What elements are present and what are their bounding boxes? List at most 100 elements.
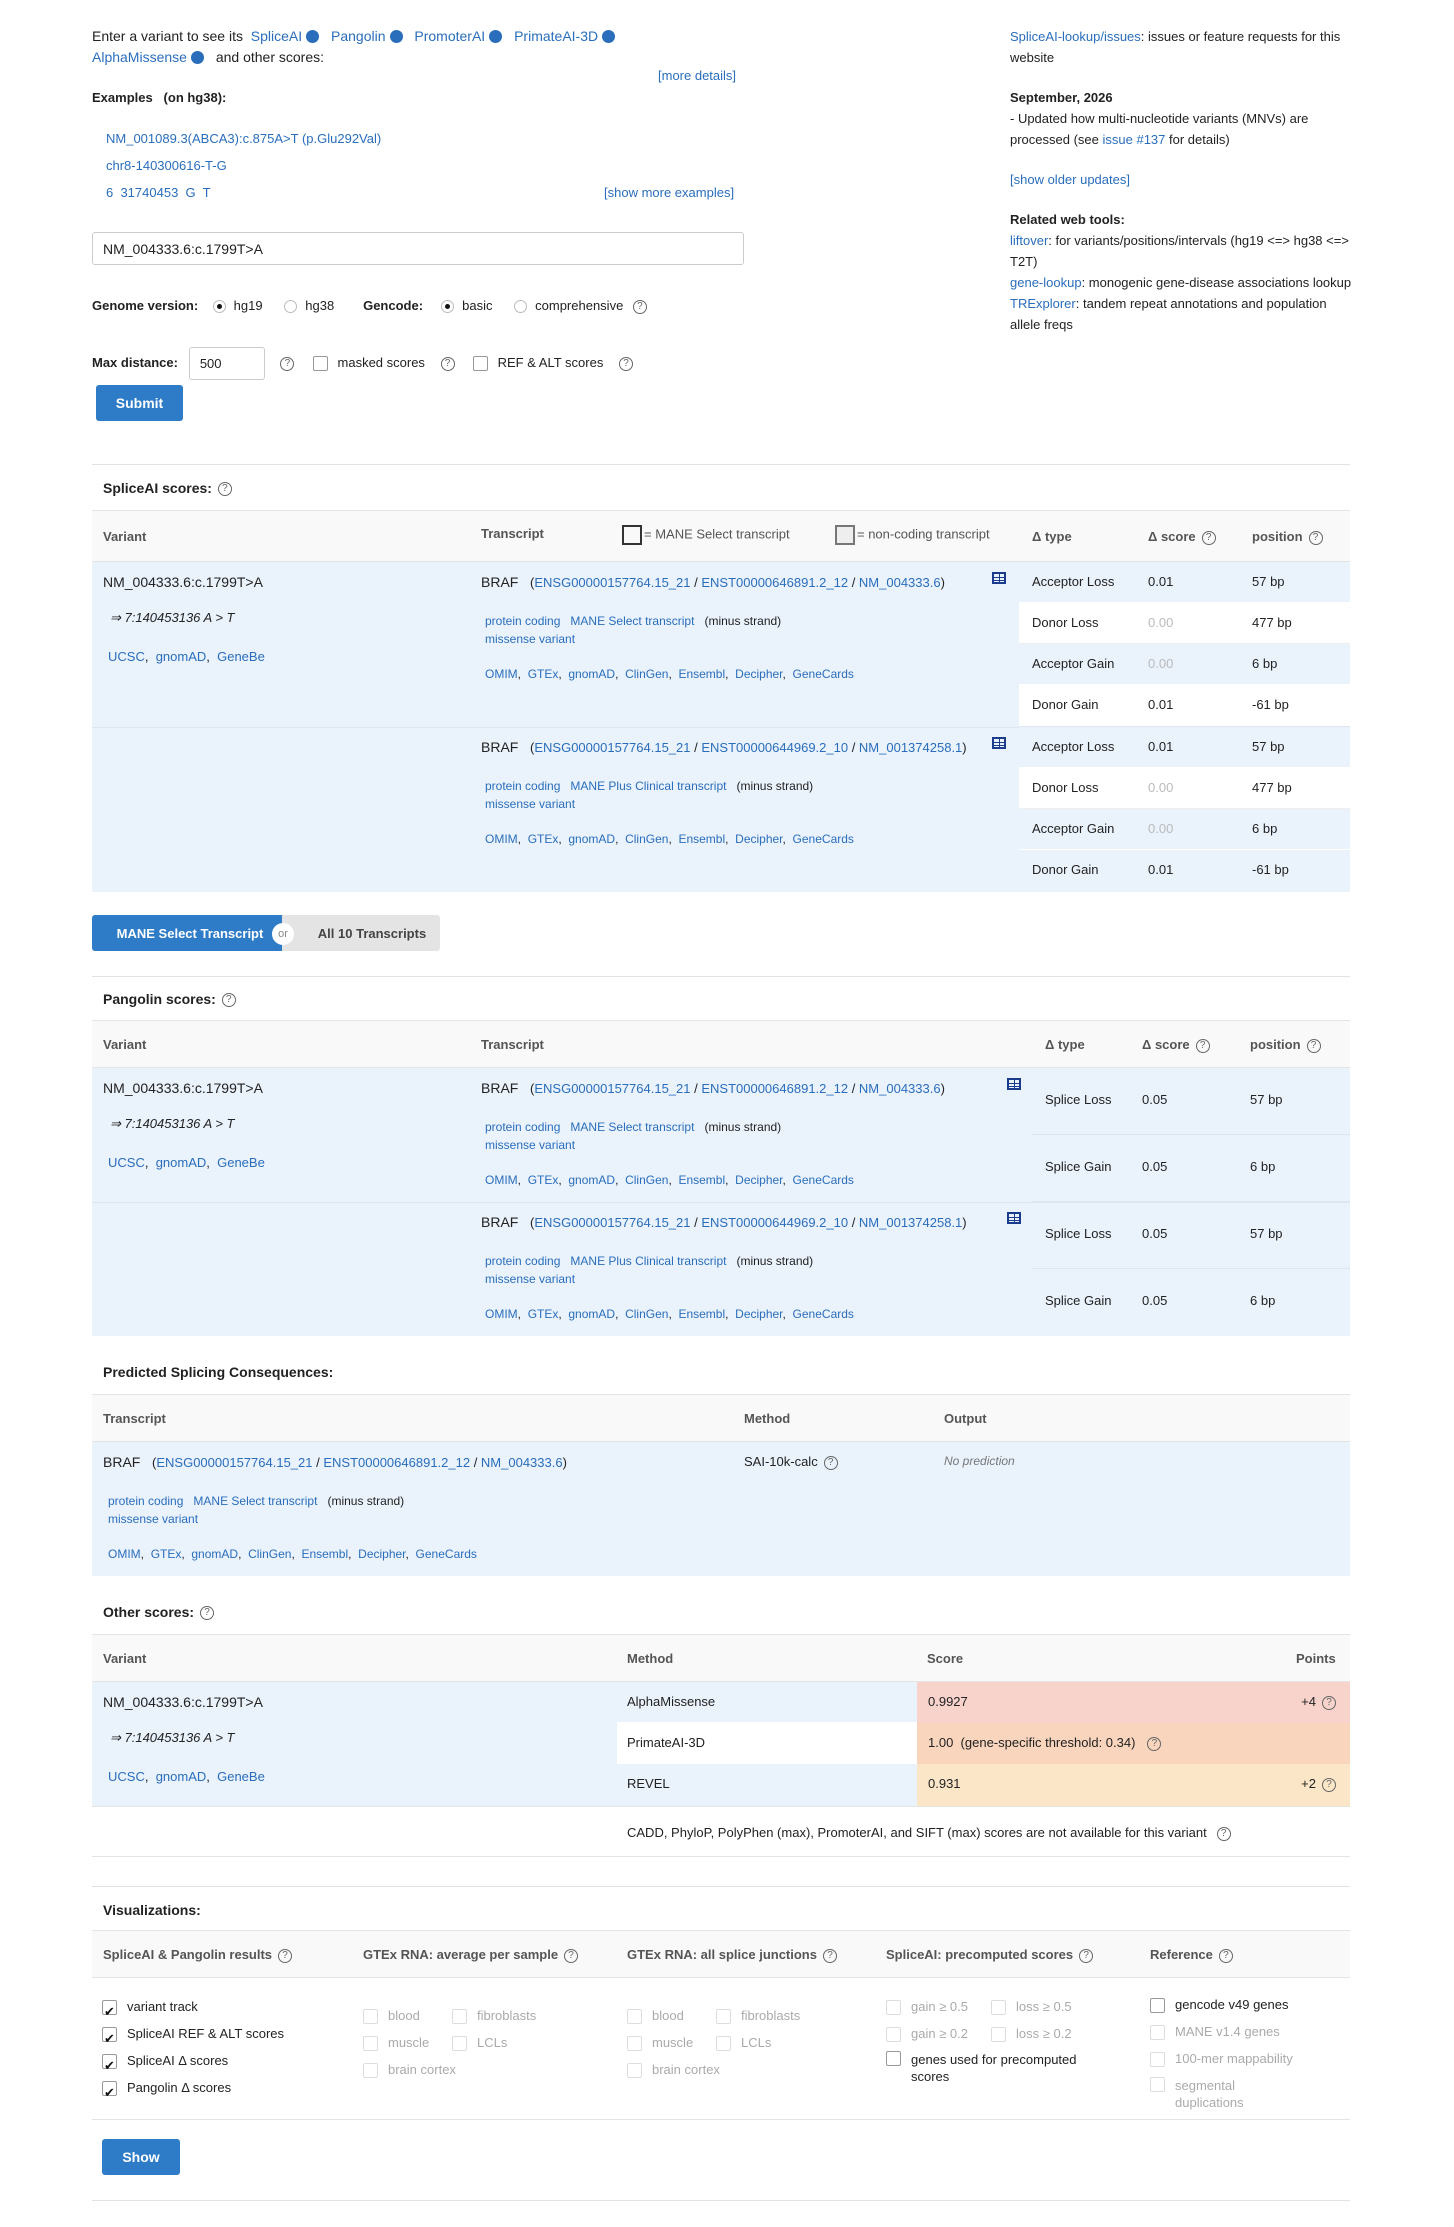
spliceai-delta-checkbox[interactable]: [102, 2052, 117, 2079]
missense-tag[interactable]: missense variant: [108, 1512, 198, 1526]
clingen-link[interactable]: ClinGen: [625, 667, 668, 681]
show-older-updates[interactable]: [show older updates]: [1010, 172, 1130, 187]
omim-link[interactable]: OMIM: [485, 1173, 518, 1187]
enst-link[interactable]: ENST00000646891.2_12: [701, 1081, 848, 1096]
gnomad-link[interactable]: gnomAD: [568, 1307, 615, 1321]
protein-coding-tag[interactable]: protein coding: [108, 1494, 183, 1508]
issue-137-link[interactable]: issue #137: [1103, 132, 1166, 147]
help-icon[interactable]: ?: [1218, 1948, 1233, 1963]
help-icon[interactable]: ?: [280, 356, 295, 371]
decipher-link[interactable]: Decipher: [735, 1307, 782, 1321]
pangolin-delta-checkbox[interactable]: [102, 2079, 117, 2106]
gene-lookup-link[interactable]: gene-lookup: [1010, 275, 1082, 290]
max-distance-input[interactable]: [188, 347, 265, 381]
genebe-link[interactable]: GeneBe: [217, 1769, 265, 1784]
help-icon[interactable]: ?: [200, 1606, 215, 1621]
loss-05-checkbox[interactable]: [991, 2000, 1006, 2016]
protein-coding-tag[interactable]: protein coding: [485, 614, 560, 628]
gtex-link[interactable]: GTEx: [528, 667, 559, 681]
gtex-link[interactable]: GTEx: [528, 832, 559, 846]
table-icon[interactable]: [1007, 1212, 1021, 1224]
omim-link[interactable]: OMIM: [485, 1307, 518, 1321]
lcls-checkbox[interactable]: [452, 2036, 467, 2052]
gnomad-link[interactable]: gnomAD: [568, 832, 615, 846]
mane-tag[interactable]: MANE Select transcript: [570, 614, 694, 628]
ensembl-link[interactable]: Ensembl: [678, 832, 725, 846]
mappability-checkbox[interactable]: [1150, 2052, 1165, 2068]
hg19-radio[interactable]: [212, 300, 226, 314]
all-transcripts-toggle[interactable]: All 10 Transcripts: [282, 915, 440, 951]
ensembl-link[interactable]: Ensembl: [678, 1173, 725, 1187]
mane-tag[interactable]: MANE Select transcript: [193, 1494, 317, 1508]
table-icon[interactable]: [992, 572, 1006, 584]
spliceai-link[interactable]: SpliceAI: [251, 28, 302, 44]
decipher-link[interactable]: Decipher: [735, 667, 782, 681]
promoterai-link[interactable]: PromoterAI: [414, 28, 485, 44]
genecards-link[interactable]: GeneCards: [793, 1307, 854, 1321]
nm-link[interactable]: NM_001374258.1: [859, 740, 962, 755]
help-icon[interactable]: ?: [1147, 1736, 1162, 1751]
ucsc-link[interactable]: UCSC: [108, 1155, 145, 1170]
help-icon[interactable]: ?: [278, 1948, 293, 1963]
missense-tag[interactable]: missense variant: [485, 797, 575, 811]
enst-link[interactable]: ENST00000644969.2_10: [701, 1215, 848, 1230]
missense-tag[interactable]: missense variant: [485, 1138, 575, 1152]
protein-coding-tag[interactable]: protein coding: [485, 1120, 560, 1134]
mane-genes-checkbox[interactable]: [1150, 2025, 1165, 2041]
help-icon[interactable]: ?: [1308, 530, 1323, 545]
enst-link[interactable]: ENST00000644969.2_10: [701, 740, 848, 755]
precomputed-genes-checkbox[interactable]: [886, 2051, 901, 2066]
omim-link[interactable]: OMIM: [485, 667, 518, 681]
genecards-link[interactable]: GeneCards: [793, 667, 854, 681]
ensembl-link[interactable]: Ensembl: [678, 1307, 725, 1321]
gain-05-checkbox[interactable]: [886, 2000, 901, 2016]
help-icon[interactable]: ?: [632, 299, 647, 314]
more-details-link[interactable]: [more details]: [658, 68, 736, 83]
github-icon[interactable]: [190, 51, 204, 64]
gnomad-link[interactable]: gnomAD: [568, 1173, 615, 1187]
basic-radio[interactable]: [441, 300, 455, 314]
missense-tag[interactable]: missense variant: [485, 1272, 575, 1286]
brain-cortex-checkbox[interactable]: [627, 2063, 642, 2079]
ensembl-link[interactable]: Ensembl: [678, 667, 725, 681]
ensg-link[interactable]: ENSG00000157764.15_21: [534, 575, 690, 590]
help-icon[interactable]: ?: [221, 993, 236, 1008]
genecards-link[interactable]: GeneCards: [793, 1173, 854, 1187]
gtex-link[interactable]: GTEx: [528, 1307, 559, 1321]
help-icon[interactable]: ?: [1306, 1038, 1321, 1053]
gain-02-checkbox[interactable]: [886, 2027, 901, 2043]
table-icon[interactable]: [1007, 1078, 1021, 1090]
nm-link[interactable]: NM_004333.6: [859, 1081, 941, 1096]
clingen-link[interactable]: ClinGen: [625, 832, 668, 846]
example-3[interactable]: 6 31740453 G T: [106, 185, 211, 200]
omim-link[interactable]: OMIM: [485, 832, 518, 846]
hg38-radio[interactable]: [284, 300, 298, 314]
help-icon[interactable]: ?: [1079, 1948, 1094, 1963]
submit-button[interactable]: Submit: [96, 385, 183, 421]
gnomad-link[interactable]: gnomAD: [568, 667, 615, 681]
decipher-link[interactable]: Decipher: [358, 1547, 405, 1561]
nm-link[interactable]: NM_004333.6: [481, 1455, 563, 1470]
genecards-link[interactable]: GeneCards: [416, 1547, 477, 1561]
mane-plus-tag[interactable]: MANE Plus Clinical transcript: [570, 779, 726, 793]
gnomad-link[interactable]: gnomAD: [191, 1547, 238, 1561]
help-icon[interactable]: ?: [1216, 1826, 1231, 1841]
example-2[interactable]: chr8-140300616-T-G: [106, 158, 227, 173]
example-1[interactable]: NM_001089.3(ABCA3):c.875A>T (p.Glu292Val…: [106, 131, 381, 146]
help-icon[interactable]: ?: [618, 356, 633, 371]
ucsc-link[interactable]: UCSC: [108, 1769, 145, 1784]
lcls-checkbox[interactable]: [716, 2036, 731, 2052]
help-icon[interactable]: ?: [1195, 1038, 1210, 1053]
mane-tag[interactable]: MANE Select transcript: [570, 1120, 694, 1134]
decipher-link[interactable]: Decipher: [735, 832, 782, 846]
help-icon[interactable]: ?: [822, 1948, 837, 1963]
muscle-checkbox[interactable]: [363, 2036, 378, 2052]
segdup-checkbox[interactable]: [1150, 2077, 1165, 2092]
fibroblasts-checkbox[interactable]: [716, 2009, 731, 2025]
enst-link[interactable]: ENST00000646891.2_12: [323, 1455, 470, 1470]
omim-link[interactable]: OMIM: [108, 1547, 141, 1561]
blood-checkbox[interactable]: [627, 2009, 642, 2025]
liftover-link[interactable]: liftover: [1010, 233, 1048, 248]
primateai-link[interactable]: PrimateAI-3D: [514, 28, 598, 44]
issues-link[interactable]: SpliceAI-lookup/issues: [1010, 29, 1141, 44]
